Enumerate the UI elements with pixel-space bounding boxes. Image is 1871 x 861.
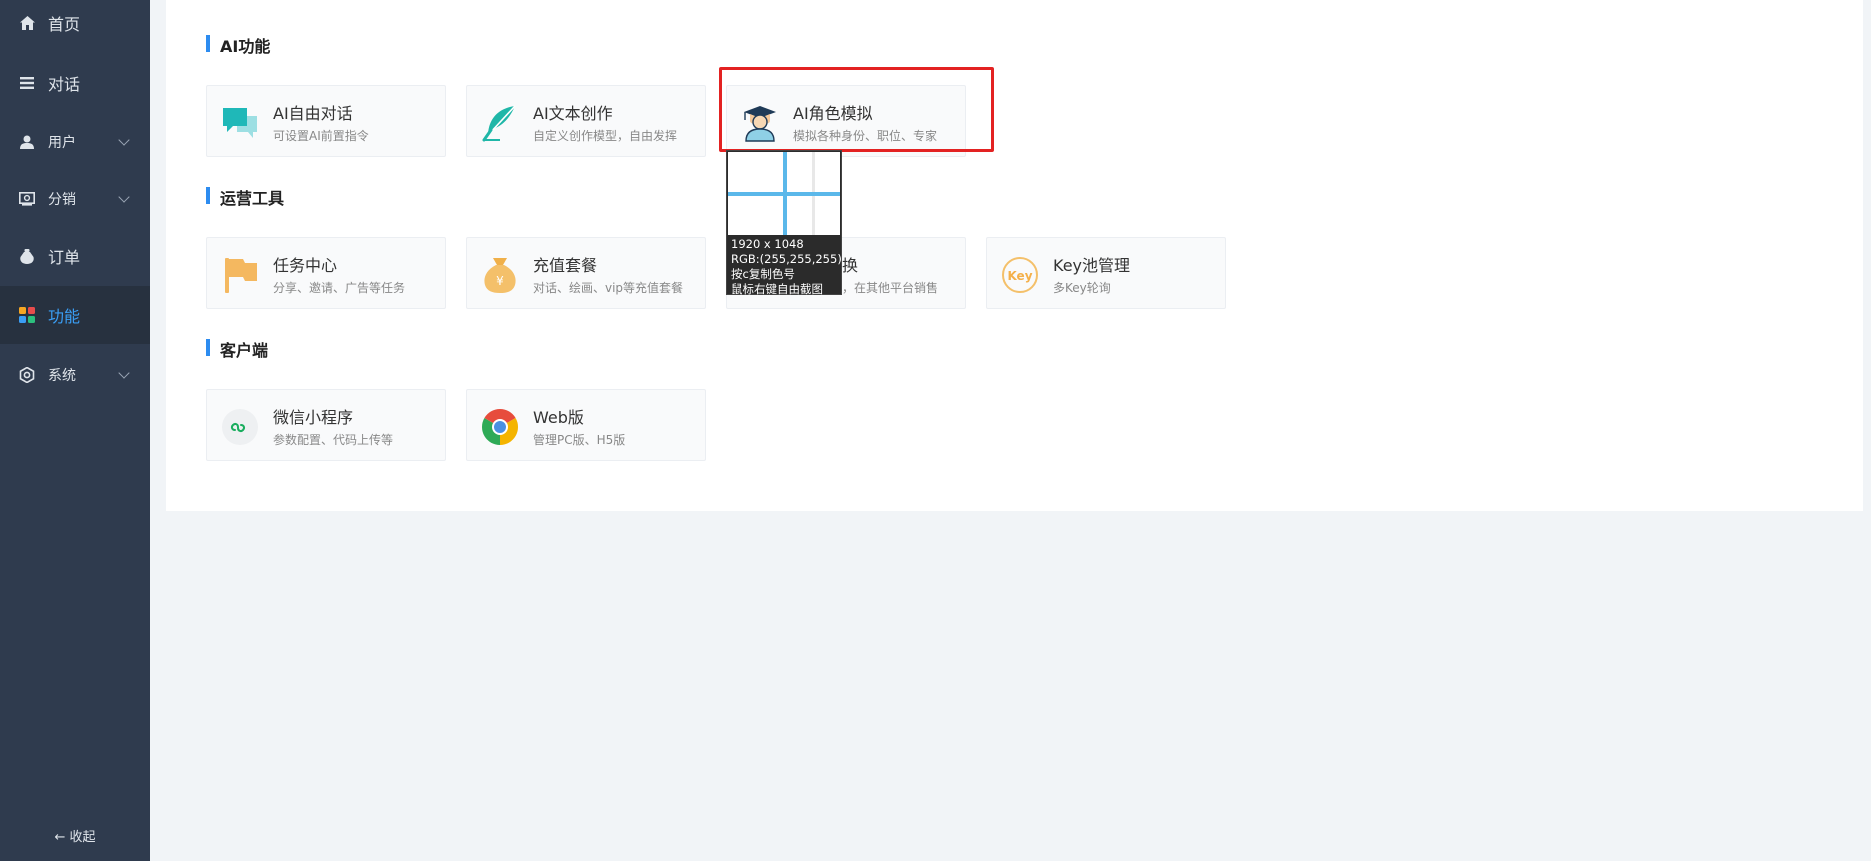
mini-program-icon [221,408,259,446]
card-task-center[interactable]: 任务中心 分享、邀请、广告等任务 [206,237,446,309]
card-subtitle: 分享、邀请、广告等任务 [273,281,406,295]
card-subtitle: ，在其他平台销售 [842,281,939,295]
gear-icon [19,367,35,383]
sidebar-item-users[interactable]: 用户 [0,113,150,171]
card-title: AI文本创作 [533,104,613,123]
magnifier-hint-right: 鼠标右键自由截图 [731,282,823,296]
card-ai-free-chat[interactable]: AI自由对话 可设置AI前置指令 [206,85,446,157]
sidebar-item-label: 系统 [48,368,76,384]
card-title: AI自由对话 [273,104,353,123]
card-subtitle: 多Key轮询 [1053,281,1111,295]
magnifier-size: 1920 x 1048 [731,237,804,251]
sidebar-item-label: 订单 [48,248,81,267]
sidebar-item-chat[interactable]: 对话 [0,54,150,112]
card-ai-text-creation[interactable]: AI文本创作 自定义创作模型，自由发挥 [466,85,706,157]
card-subtitle: 管理PC版、H5版 [533,433,626,447]
card-title: 微信小程序 [273,408,354,427]
chevron-down-icon [118,367,130,379]
sidebar-item-orders[interactable]: 订单 [0,227,150,285]
card-title: Web版 [533,408,584,427]
list-icon [19,75,35,91]
distribution-icon [19,191,35,207]
card-title: 任务中心 [273,256,338,275]
sidebar-item-distribution[interactable]: 分销 [0,170,150,228]
section-title-clients: 客户端 [206,337,268,361]
chevron-down-icon [118,191,130,203]
grid-apps-icon [19,307,35,323]
home-icon [19,15,35,31]
user-icon [19,134,35,150]
magnifier-hint-copy: 按c复制色号 [731,267,795,281]
crosshair-horizontal [728,192,840,196]
card-wechat-mini-program[interactable]: 微信小程序 参数配置、代码上传等 [206,389,446,461]
magnifier-zoom-view [728,152,840,235]
sidebar-item-label: 对话 [48,75,81,94]
section-title-operations: 运营工具 [206,185,284,209]
collapse-sidebar-button[interactable]: ← 收起 [0,826,150,845]
money-bag-icon: ¥ [481,256,519,294]
magnifier-info: 1920 x 1048 RGB:(255,255,255) 按c复制色号 鼠标右… [731,237,842,297]
card-web-version[interactable]: Web版 管理PC版、H5版 [466,389,706,461]
card-key-pool[interactable]: Key Key池管理 多Key轮询 [986,237,1226,309]
sidebar-item-system[interactable]: 系统 [0,346,150,404]
sidebar-item-features[interactable]: 功能 [0,286,150,344]
sidebar-item-label: 分销 [48,192,76,208]
sidebar-item-home[interactable]: 首页 [0,0,150,52]
chat-bubbles-icon [221,104,259,142]
svg-text:¥: ¥ [496,274,504,288]
screenshot-magnifier: 1920 x 1048 RGB:(255,255,255) 按c复制色号 鼠标右… [726,150,842,297]
card-title: 充值套餐 [533,256,598,275]
section-title-ai: AI功能 [206,33,270,57]
chrome-icon [481,408,519,446]
card-title: Key池管理 [1053,256,1131,275]
order-bag-icon [19,248,35,264]
card-title: 换 [842,256,859,275]
feather-icon [481,104,519,142]
card-subtitle: 对话、绘画、vip等充值套餐 [533,281,684,295]
flag-icon [221,256,259,294]
sidebar-item-label: 用户 [48,135,76,151]
card-subtitle: 自定义创作模型，自由发挥 [533,129,678,143]
key-badge-icon: Key [1001,256,1039,294]
sidebar: 首页 对话 用户 分销 订单 功能 系统 ← 收起 [0,0,150,861]
sidebar-item-label: 功能 [48,307,81,326]
selection-highlight-box [719,67,994,152]
card-subtitle: 参数配置、代码上传等 [273,433,394,447]
sidebar-item-label: 首页 [48,15,81,34]
card-recharge-packages[interactable]: ¥ 充值套餐 对话、绘画、vip等充值套餐 [466,237,706,309]
card-subtitle: 可设置AI前置指令 [273,129,369,143]
magnifier-rgb: RGB:(255,255,255) [731,252,842,266]
svg-text:Key: Key [1007,269,1032,283]
chevron-down-icon [118,134,130,146]
